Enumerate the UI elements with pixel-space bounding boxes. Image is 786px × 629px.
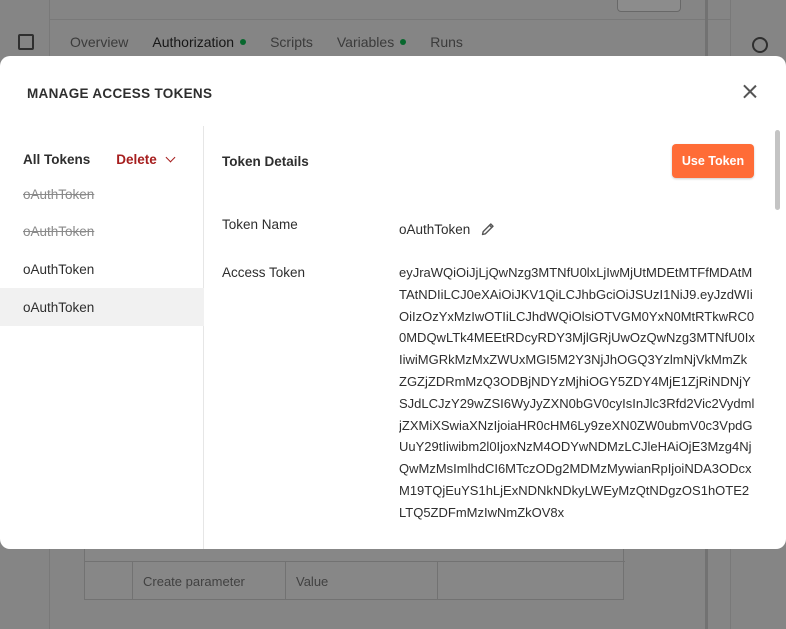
request-tabs: Overview Authorization Scripts Variables… (70, 34, 487, 50)
table-cell (85, 562, 133, 600)
all-tokens-label: All Tokens (23, 152, 91, 167)
token-item-expired[interactable]: oAuthToken (0, 212, 204, 250)
status-dot (240, 39, 247, 45)
use-token-button[interactable]: Use Token (672, 144, 754, 178)
token-name-label: Token Name (222, 217, 298, 232)
tab-runs: Runs (430, 34, 463, 50)
access-token-label: Access Token (222, 265, 306, 280)
token-list-header: All Tokens Delete (23, 152, 193, 167)
access-token-value: eyJraWQiOiJjLjQwNzg3MTNfU0lxLjIwMjUtMDEt… (399, 265, 755, 520)
status-dot (400, 39, 407, 45)
token-name-value: oAuthToken (399, 221, 471, 237)
key-placeholder: Create parameter (133, 562, 286, 600)
table-cell (438, 562, 624, 600)
tab-scripts: Scripts (270, 34, 313, 50)
delete-label: Delete (116, 152, 157, 167)
value-placeholder: Value (286, 562, 438, 600)
tab-authorization: Authorization (152, 34, 247, 50)
pencil-icon[interactable] (480, 221, 496, 237)
document-icon (18, 34, 34, 50)
top-strip (0, 0, 786, 20)
tab-overview: Overview (70, 34, 128, 50)
manage-access-tokens-modal: MANAGE ACCESS TOKENS All Tokens Delete o… (0, 56, 786, 549)
tab-label: Scripts (270, 34, 313, 50)
tab-label: Variables (336, 34, 395, 50)
token-item[interactable]: oAuthToken (0, 250, 204, 288)
delete-dropdown-button[interactable]: Delete (116, 152, 176, 167)
token-details-panel: Token Details Use Token Token Name oAuth… (222, 126, 762, 549)
top-strip-button (617, 0, 681, 12)
token-list: All Tokens Delete oAuthToken oAuthToken … (0, 126, 204, 549)
table-row: Create parameter Value (85, 561, 625, 600)
tab-label: Overview (70, 34, 129, 50)
history-icon (752, 37, 768, 53)
tab-label: Runs (430, 34, 463, 50)
tab-label: Authorization (152, 34, 235, 50)
modal-title: MANAGE ACCESS TOKENS (27, 86, 213, 101)
token-details-heading: Token Details (222, 154, 309, 169)
details-scrollbar[interactable] (775, 130, 780, 210)
token-item-expired[interactable]: oAuthToken (0, 175, 204, 213)
token-item-selected[interactable]: oAuthToken (0, 288, 204, 326)
close-icon[interactable] (740, 82, 760, 102)
chevron-down-icon (165, 152, 176, 163)
token-name-field: oAuthToken (399, 221, 496, 237)
tab-variables: Variables (336, 34, 407, 50)
